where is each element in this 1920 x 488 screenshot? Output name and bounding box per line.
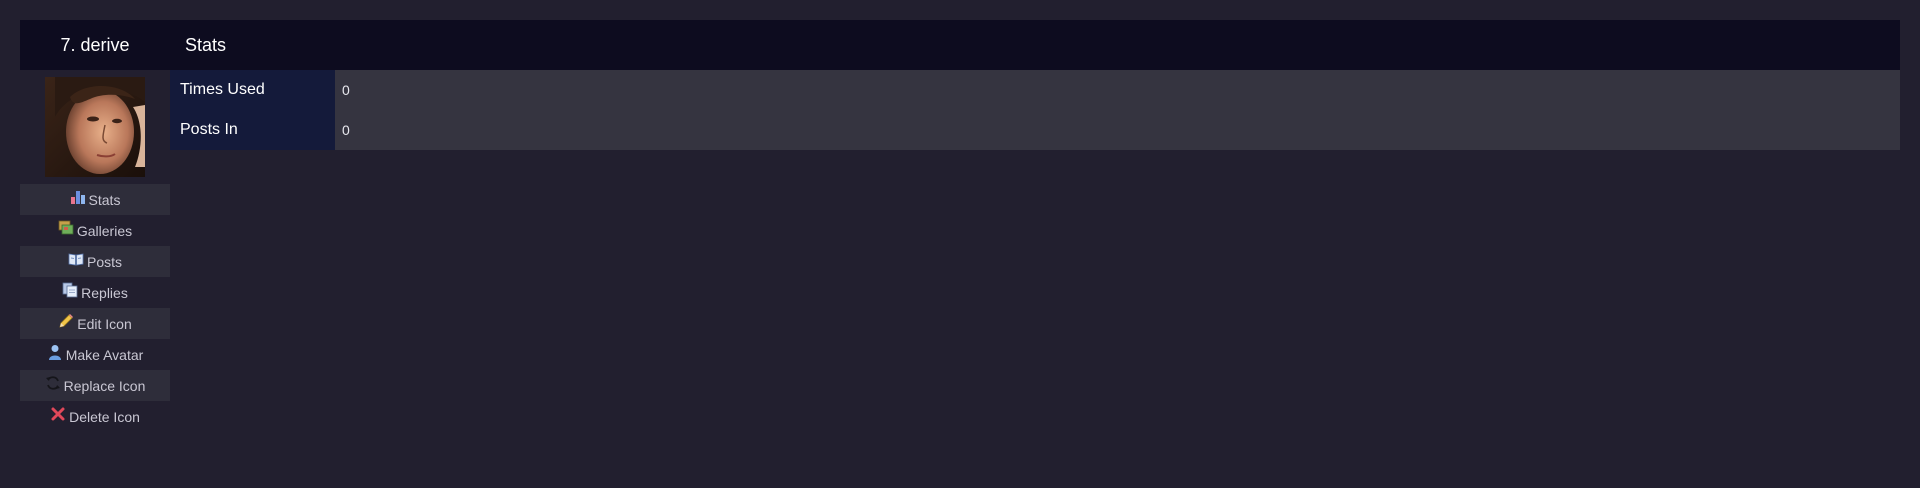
stat-label: Times Used xyxy=(170,70,335,110)
sidebar-item-replies[interactable]: Replies xyxy=(20,277,170,308)
refresh-icon xyxy=(45,375,60,390)
sidebar-item-make-avatar[interactable]: Make Avatar xyxy=(20,339,170,370)
stats-table: Times Used 0 Posts In 0 xyxy=(170,70,1900,150)
sidebar-item-galleries[interactable]: Galleries xyxy=(20,215,170,246)
sidebar-item-label: Posts xyxy=(86,253,122,270)
icon-sidebar: Stats Galleries Posts Replies Edit Icon … xyxy=(20,70,170,432)
sidebar-item-label: Edit Icon xyxy=(77,315,132,332)
avatar-container xyxy=(20,70,170,184)
icon-page: 7. derive Stats Stats Galleries Posts Re… xyxy=(20,20,1900,432)
sidebar-item-label: Galleries xyxy=(76,222,133,239)
section-title: Stats xyxy=(185,34,227,55)
sidebar-item-label: Replies xyxy=(81,284,128,301)
pages-icon xyxy=(62,282,78,297)
stat-value: 0 xyxy=(342,82,350,98)
icon-image[interactable] xyxy=(45,77,145,177)
sidebar-item-stats[interactable]: Stats xyxy=(20,184,170,215)
sidebar-item-replace-icon[interactable]: Replace Icon xyxy=(20,370,170,401)
sidebar-item-label: Delete Icon xyxy=(69,408,140,425)
book-icon xyxy=(68,253,84,265)
stat-row-times-used: Times Used 0 xyxy=(170,70,1900,110)
stat-value: 0 xyxy=(342,122,350,138)
bar-chart-icon xyxy=(70,190,85,204)
sidebar-item-posts[interactable]: Posts xyxy=(20,246,170,277)
sidebar-item-delete-icon[interactable]: Delete Icon xyxy=(20,401,170,432)
icon-title: 7. derive xyxy=(60,34,130,55)
delete-x-icon xyxy=(51,407,65,420)
pencil-icon xyxy=(59,313,74,328)
sidebar-item-label: Stats xyxy=(88,191,121,208)
sidebar-item-label: Make Avatar xyxy=(65,346,144,363)
sidebar-item-edit-icon[interactable]: Edit Icon xyxy=(20,308,170,339)
user-icon xyxy=(48,344,61,360)
galleries-icon xyxy=(58,220,74,234)
page-header: 7. derive Stats xyxy=(20,20,1900,70)
sidebar-item-label: Replace Icon xyxy=(63,377,146,394)
stat-label: Posts In xyxy=(170,110,335,150)
stat-row-posts-in: Posts In 0 xyxy=(170,110,1900,150)
